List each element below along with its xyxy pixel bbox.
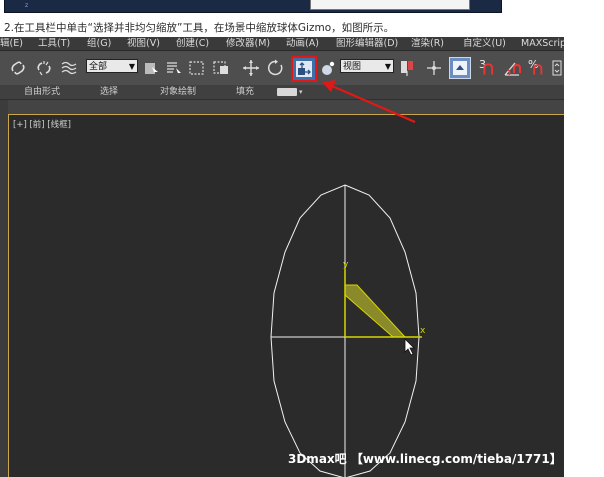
- menu-create[interactable]: 创建(C): [176, 37, 209, 50]
- previous-screenshot-strip: z: [0, 0, 604, 16]
- select-and-manipulate-icon[interactable]: [424, 58, 444, 78]
- select-and-place-icon[interactable]: [318, 58, 338, 78]
- menu-maxscript[interactable]: MAXScrip: [521, 37, 564, 50]
- angle-snap-icon[interactable]: [502, 58, 522, 78]
- ribbon-options-icon[interactable]: ▾: [299, 85, 303, 99]
- tab-freeform[interactable]: 自由形式: [24, 85, 60, 99]
- menu-bar: 辑(E) 工具(T) 组(G) 视图(V) 创建(C) 修改器(M) 动画(A)…: [0, 37, 564, 51]
- unlink-icon[interactable]: [34, 58, 54, 78]
- menu-graph-editors[interactable]: 图形编辑器(D): [336, 37, 398, 50]
- select-and-rotate-icon[interactable]: [266, 58, 286, 78]
- non-uniform-scale-icon: [296, 61, 312, 77]
- selection-filter-value: 全部: [89, 62, 108, 72]
- percent-snap-magnet-icon: [533, 64, 543, 75]
- menu-rendering[interactable]: 渲染(R): [411, 37, 444, 50]
- tab-object-paint[interactable]: 对象绘制: [160, 85, 196, 99]
- select-and-non-uniform-scale-button[interactable]: [291, 56, 317, 82]
- window-crossing-icon[interactable]: [211, 58, 231, 78]
- reference-coordinate-value: 视图: [343, 62, 362, 72]
- select-object-icon[interactable]: [141, 58, 161, 78]
- percent-snap-button[interactable]: %: [527, 58, 547, 78]
- reference-coordinate-dropdown[interactable]: 视图 ▼: [340, 59, 394, 73]
- gizmo-x-label: x: [420, 326, 426, 336]
- chevron-down-icon: ▼: [128, 62, 135, 71]
- app-window: 辑(E) 工具(T) 组(G) 视图(V) 创建(C) 修改器(M) 动画(A)…: [0, 37, 564, 477]
- ribbon-toggle-button[interactable]: [277, 88, 297, 96]
- spinner-snap-icon[interactable]: [551, 58, 563, 78]
- watermark-text: 3Dmax吧 【www.linecg.com/tieba/1771】: [288, 452, 562, 466]
- scale-gizmo-plane-handle: [344, 284, 407, 338]
- tab-populate[interactable]: 填充: [236, 85, 254, 99]
- selection-filter-dropdown[interactable]: 全部 ▼: [86, 59, 138, 73]
- rectangular-selection-icon[interactable]: [187, 58, 207, 78]
- viewport-scene: y x: [270, 184, 426, 477]
- previous-screenshot-mark: z: [25, 2, 29, 9]
- viewport-left-edge: [0, 100, 8, 477]
- front-viewport[interactable]: [+] [前] [线框] y x: [8, 114, 564, 477]
- gizmo-y-label: y: [343, 260, 349, 270]
- step-caption: 2.在工具栏中单击“选择并非均匀缩放”工具，在场景中缩放球体Gizmo，如图所示…: [4, 22, 395, 34]
- menu-edit[interactable]: 辑(E): [0, 37, 23, 50]
- ribbon-tabs: 自由形式 选择 对象绘制 填充 ▾: [0, 85, 564, 100]
- main-toolbar: 全部 ▼ 视图 ▼ 3 %: [0, 51, 564, 86]
- menu-tools[interactable]: 工具(T): [38, 37, 70, 50]
- select-by-name-icon[interactable]: [164, 58, 184, 78]
- previous-screenshot-frame: z: [4, 0, 502, 13]
- keyboard-shortcut-override-button[interactable]: [449, 57, 471, 79]
- tab-selection[interactable]: 选择: [100, 85, 118, 99]
- menu-animation[interactable]: 动画(A): [286, 37, 319, 50]
- menu-modifiers[interactable]: 修改器(M): [226, 37, 270, 50]
- menu-group[interactable]: 组(G): [87, 37, 111, 50]
- mouse-cursor-icon: [404, 338, 415, 356]
- menu-views[interactable]: 视图(V): [127, 37, 160, 50]
- menu-customize[interactable]: 自定义(U): [463, 37, 506, 50]
- chevron-down-icon: ▼: [384, 62, 391, 71]
- previous-screenshot-panel: [310, 0, 470, 10]
- pivot-point-center-icon[interactable]: [397, 58, 417, 78]
- select-and-move-icon[interactable]: [241, 58, 261, 78]
- bind-space-warp-icon[interactable]: [59, 58, 79, 78]
- snaps-toggle-button[interactable]: 3: [478, 58, 498, 78]
- link-icon[interactable]: [8, 58, 28, 78]
- keyboard-shortcut-icon: [453, 61, 467, 75]
- snap-magnet-icon: [483, 63, 494, 75]
